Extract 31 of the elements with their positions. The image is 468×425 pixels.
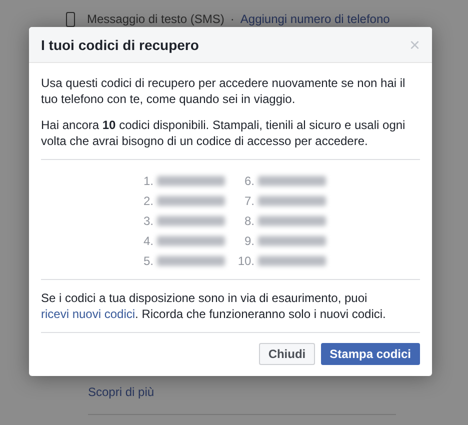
blurred-code [258,176,326,186]
blurred-code [258,216,326,226]
learn-more-link[interactable]: Scopri di più [88,385,154,399]
code-number: 2. [142,194,154,208]
code-number: 5. [142,254,154,268]
code-number: 8. [243,214,254,228]
close-dialog-button[interactable]: Chiudi [259,343,315,365]
renew-codes-text: Se i codici a tua disposizione sono in via di esaurimento, puoi ricevi nuovi codici. Ricorda che funzioneranno solo i nuovi codici. [41,290,387,322]
codes-count-text: Hai ancora 10 codici disponibili. Stampali, tienili al sicuro e usali ogni volta che avrai bisogno di un codice di accesso per accedere. [41,117,406,149]
code-number: 3. [142,214,154,228]
intro-text: Usa questi codici di recupero per accedere nuovamente se non hai il tuo telefono con te, come quando sei in viaggio. [41,75,406,107]
blurred-code [258,236,326,246]
blurred-code [156,196,224,206]
new-codes-link[interactable]: ricevi nuovi codici [41,307,136,321]
code-number: 10. [236,254,254,268]
code-number: 6. [243,174,254,188]
add-phone-link[interactable]: Aggiungi numero di telefono [240,12,390,26]
method-label: Messaggio di testo (SMS) [87,12,224,26]
blurred-code [156,256,224,266]
blurred-code [258,196,326,206]
blurred-code [156,216,224,226]
code-number: 4. [142,234,154,248]
blurred-code [156,176,224,186]
blurred-code [258,256,326,266]
code-number: 9. [243,234,254,248]
blurred-code [156,236,224,246]
code-number: 1. [142,174,154,188]
separator: · [230,12,234,26]
code-number: 7. [243,194,254,208]
dialog-title: I tuoi codici di recupero [41,36,199,52]
print-codes-button[interactable]: Stampa codici [320,343,420,365]
